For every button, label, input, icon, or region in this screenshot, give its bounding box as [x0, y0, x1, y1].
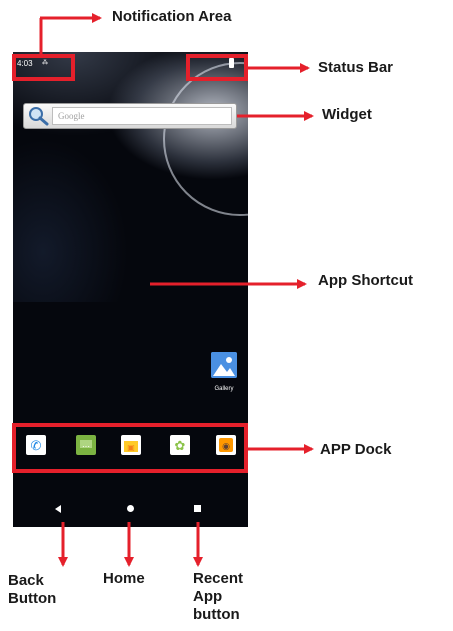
back-button-label: Back Button: [8, 572, 57, 607]
annotation-arrows: [39, 13, 314, 567]
widget-label: Widget: [322, 106, 372, 123]
notification-area-label: Notification Area: [112, 8, 232, 25]
app-dock-label: APP Dock: [320, 441, 392, 458]
status-bar-label: Status Bar: [318, 59, 394, 76]
home-label: Home: [103, 570, 145, 587]
recent-app-button-label: Recent App button: [193, 570, 244, 623]
app-shortcut-label: App Shortcut: [318, 272, 413, 289]
